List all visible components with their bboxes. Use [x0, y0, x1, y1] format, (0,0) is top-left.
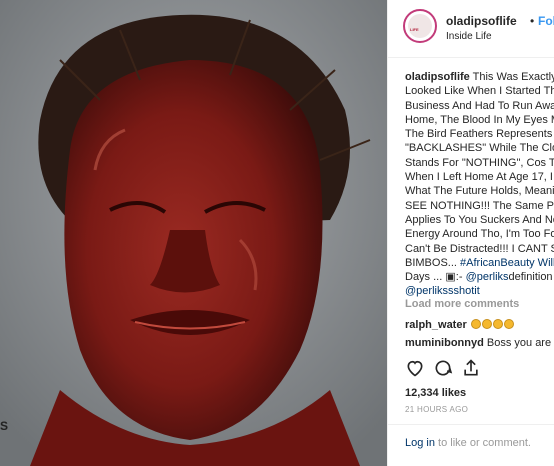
mention-link[interactable]: @perliks [466, 271, 509, 283]
load-more-comments-button[interactable]: Load more comments [405, 298, 519, 310]
divider [388, 424, 554, 425]
follow-button[interactable]: Follow [538, 14, 554, 28]
likes-count[interactable]: 12,334 likes [405, 387, 466, 399]
post-header: LIFE oladipsoflife • Follow Inside Life [388, 0, 554, 58]
camera-prefix: :- [455, 271, 463, 284]
caption-line: What The Future Holds, Meanir [405, 185, 554, 198]
caption-line: Looked Like When I Started Thi [405, 85, 554, 98]
caption-line: Energy Around Tho, I'm Too Foc [405, 228, 554, 241]
avatar-logo-text: LIFE [410, 27, 419, 32]
post-timestamp[interactable]: 21 HOURS AGO [405, 405, 468, 414]
caption-line: When I Left Home At Age 17, I [405, 171, 553, 184]
header-username[interactable]: oladipsoflife [446, 14, 517, 28]
avatar[interactable]: LIFE [403, 9, 437, 43]
caption-tail: definition [508, 271, 553, 284]
caption-line: "BACKLASHES" While The Close [405, 142, 554, 155]
header-separator: • [530, 14, 535, 28]
caption-line: SEE NOTHING!!! The Same Phil [405, 199, 554, 212]
post-photo[interactable]: S [0, 0, 387, 466]
caption-line: Can't Be Distracted!!! I CANT SE [405, 242, 554, 255]
caption-username[interactable]: oladipsoflife [405, 71, 470, 83]
avatar-image [408, 14, 432, 38]
caption-line: Applies To You Suckers And Ne [405, 213, 554, 226]
caption-line: Stands For "NOTHING", Cos To [405, 156, 554, 169]
heart-icon[interactable] [405, 358, 425, 383]
comment-username[interactable]: muminibonnyd [405, 337, 484, 349]
clap-emoji-icon [470, 319, 514, 331]
comment-item: ralph_water [405, 319, 514, 331]
caption-line: Home, The Blood In My Eyes M [405, 113, 554, 126]
share-icon[interactable] [461, 358, 481, 383]
login-link[interactable]: Log in [405, 437, 435, 449]
post-side-panel: LIFE oladipsoflife • Follow Inside Life … [387, 0, 554, 466]
comment-item: muminibonnyd Boss you are le [405, 337, 554, 349]
caption-line: This Was Exactly W [472, 71, 554, 83]
photo-watermark: S [0, 419, 9, 433]
mention-link[interactable]: @perlikssshotit [405, 284, 554, 298]
caption-line: Business And Had To Run Away [405, 99, 554, 112]
camera-icon: ▣ [445, 271, 456, 284]
post-caption: oladipsoflife This Was Exactly W Looked … [405, 70, 554, 299]
hashtag-link[interactable]: #AfricanBeauty Will E [460, 257, 554, 269]
caption-line: BIMBOS... [405, 256, 457, 269]
login-prompt: Log in to like or comment. [405, 437, 531, 449]
caption-line: Days ... [405, 271, 443, 284]
comment-icon[interactable] [433, 358, 453, 383]
comment-text: Boss you are le [486, 337, 554, 349]
comment-username[interactable]: ralph_water [405, 319, 467, 331]
caption-line: The Bird Feathers Represents A [405, 128, 554, 141]
login-prompt-text: to like or comment. [434, 437, 531, 449]
portrait-photo [0, 0, 387, 466]
location-link[interactable]: Inside Life [446, 31, 492, 42]
